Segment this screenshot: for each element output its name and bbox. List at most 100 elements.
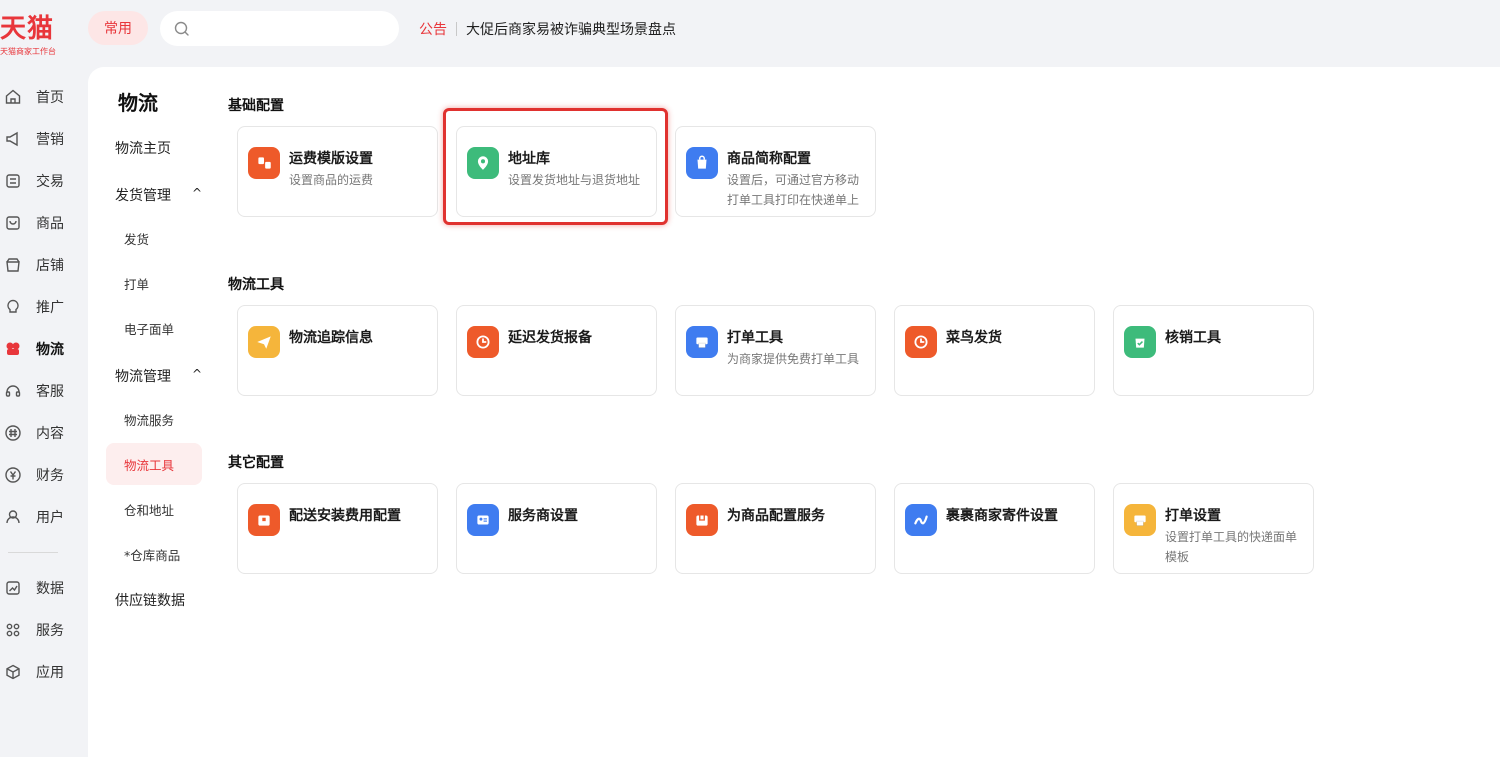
clock-icon	[467, 326, 499, 358]
headset-icon	[4, 382, 22, 400]
home-icon	[4, 88, 22, 106]
nav-item-label: 服务	[36, 623, 64, 639]
section-title-basic: 基础配置	[228, 98, 284, 114]
nav-item-label: 店铺	[36, 258, 64, 274]
main-nav: 首页营销交易商品店铺推广物流客服内容财务用户数据服务应用	[0, 76, 88, 693]
card-basic-0[interactable]: 运费模版设置 设置商品的运费	[237, 126, 438, 217]
tmall-logo[interactable]: 天猫 天猫商家工作台	[0, 14, 80, 58]
card-description: 设置打单工具的快递面单模板	[1165, 530, 1298, 564]
card-title: 延迟发货报备	[508, 330, 592, 346]
nav-item-hashtag[interactable]: 内容	[0, 412, 88, 454]
nav-item-label: 交易	[36, 174, 64, 190]
search-box[interactable]	[160, 11, 399, 46]
nav-item-home[interactable]: 首页	[0, 76, 88, 118]
nav-item-megaphone[interactable]: 营销	[0, 118, 88, 160]
subnav-item-warehouse-goods[interactable]: *仓库商品	[106, 533, 202, 575]
location-pin-icon	[467, 147, 499, 179]
subnav-item-warehouse-address[interactable]: 仓和地址	[106, 488, 202, 530]
subnav-supply-chain-data[interactable]: 供应链数据	[106, 579, 202, 621]
notice-bar[interactable]: 公告 大促后商家易被诈骗典型场景盘点	[419, 18, 676, 40]
nav-item-logistics[interactable]: 物流	[0, 328, 88, 370]
paper-plane-icon	[248, 326, 280, 358]
card-basic-1[interactable]: 地址库设置发货地址与退货地址	[456, 126, 657, 217]
card-tools-2[interactable]: 打单工具 为商家提供免费打单工具	[675, 305, 876, 396]
nav-item-user[interactable]: 用户	[0, 496, 88, 538]
card-title: 为商品配置服务	[727, 508, 825, 524]
section-title-tools: 物流工具	[228, 277, 284, 293]
favorites-button[interactable]: 常用	[88, 11, 148, 45]
card-other-0[interactable]: 配送安装费用配置	[237, 483, 438, 574]
notice-text[interactable]: 大促后商家易被诈骗典型场景盘点	[466, 19, 676, 39]
subnav-item-print[interactable]: 打单	[106, 262, 202, 304]
nav-item-chart[interactable]: 数据	[0, 567, 88, 609]
card-title: 打单工具	[727, 330, 783, 346]
nav-item-label: 内容	[36, 426, 64, 442]
nav-item-label: 营销	[36, 132, 64, 148]
provider-card-icon	[467, 504, 499, 536]
nav-item-label: 应用	[36, 665, 64, 681]
nav-item-product[interactable]: 商品	[0, 202, 88, 244]
content-panel: 物流 物流主页 发货管理 ^ 发货 打单 电子面单 物流管理 ^ 物流服务 物流…	[88, 67, 1500, 757]
subnav-group-shipping[interactable]: 发货管理 ^	[106, 174, 202, 216]
subnav-group-label: 发货管理	[115, 188, 171, 204]
search-icon	[174, 21, 189, 36]
notice-label: 公告	[419, 22, 447, 38]
card-title: 商品简称配置	[727, 151, 811, 167]
card-other-3[interactable]: 裹裹商家寄件设置	[894, 483, 1095, 574]
subnav-item-logistics-tools[interactable]: 物流工具	[106, 443, 202, 485]
section-title-other: 其它配置	[228, 455, 284, 471]
card-description: 设置后，可通过官方移动打单工具打印在快递单上	[727, 173, 860, 207]
cube-icon	[4, 663, 22, 681]
user-icon	[4, 508, 22, 526]
nav-item-label: 物流	[36, 342, 64, 358]
subnav-item-ship[interactable]: 发货	[106, 217, 202, 259]
card-title: 配送安装费用配置	[289, 508, 401, 524]
nav-item-label: 用户	[36, 510, 64, 526]
printer-icon	[1124, 504, 1156, 536]
nav-item-yuan[interactable]: 财务	[0, 454, 88, 496]
card-tools-1[interactable]: 延迟发货报备	[456, 305, 657, 396]
nav-item-label: 财务	[36, 468, 64, 484]
nav-item-label: 首页	[36, 90, 64, 106]
nav-item-headset[interactable]: 客服	[0, 370, 88, 412]
card-basic-2[interactable]: 商品简称配置设置后，可通过官方移动打单工具打印在快递单上	[675, 126, 876, 217]
printer-icon	[686, 326, 718, 358]
logo-text: 天猫	[0, 14, 55, 44]
clock-icon	[905, 326, 937, 358]
service-box-icon	[686, 504, 718, 536]
subnav-item-e-waybill[interactable]: 电子面单	[106, 307, 202, 349]
nav-item-bulb[interactable]: 推广	[0, 286, 88, 328]
card-title: 运费模版设置	[289, 151, 373, 167]
subnav-logistics-home[interactable]: 物流主页	[106, 127, 202, 169]
nav-item-cube[interactable]: 应用	[0, 651, 88, 693]
nav-item-shop[interactable]: 店铺	[0, 244, 88, 286]
subnav-title: 物流	[118, 91, 158, 115]
card-other-1[interactable]: 服务商设置	[456, 483, 657, 574]
order-icon	[4, 172, 22, 190]
card-other-2[interactable]: 为商品配置服务	[675, 483, 876, 574]
search-input[interactable]	[196, 20, 386, 37]
logistics-icon	[4, 340, 22, 358]
card-tools-0[interactable]: 物流追踪信息	[237, 305, 438, 396]
freight-template-icon	[248, 147, 280, 179]
chevron-up-icon: ^	[191, 186, 202, 200]
shop-icon	[4, 256, 22, 274]
nav-item-label: 客服	[36, 384, 64, 400]
verify-bag-icon	[1124, 326, 1156, 358]
card-description: 设置发货地址与退货地址	[508, 173, 641, 187]
card-tools-3[interactable]: 菜鸟发货	[894, 305, 1095, 396]
subnav-item-logistics-service[interactable]: 物流服务	[106, 398, 202, 440]
nav-item-label: 商品	[36, 216, 64, 232]
nav-item-label: 推广	[36, 300, 64, 316]
nav-item-label: 数据	[36, 581, 64, 597]
nav-item-grid[interactable]: 服务	[0, 609, 88, 651]
chevron-up-icon: ^	[191, 367, 202, 381]
card-other-4[interactable]: 打单设置 设置打单工具的快递面单模板	[1113, 483, 1314, 574]
card-title: 地址库	[508, 151, 550, 167]
card-tools-4[interactable]: 核销工具	[1113, 305, 1314, 396]
nav-item-order[interactable]: 交易	[0, 160, 88, 202]
bulb-icon	[4, 298, 22, 316]
yuan-icon	[4, 466, 22, 484]
subnav-group-logistics[interactable]: 物流管理 ^	[106, 355, 202, 397]
hashtag-icon	[4, 424, 22, 442]
